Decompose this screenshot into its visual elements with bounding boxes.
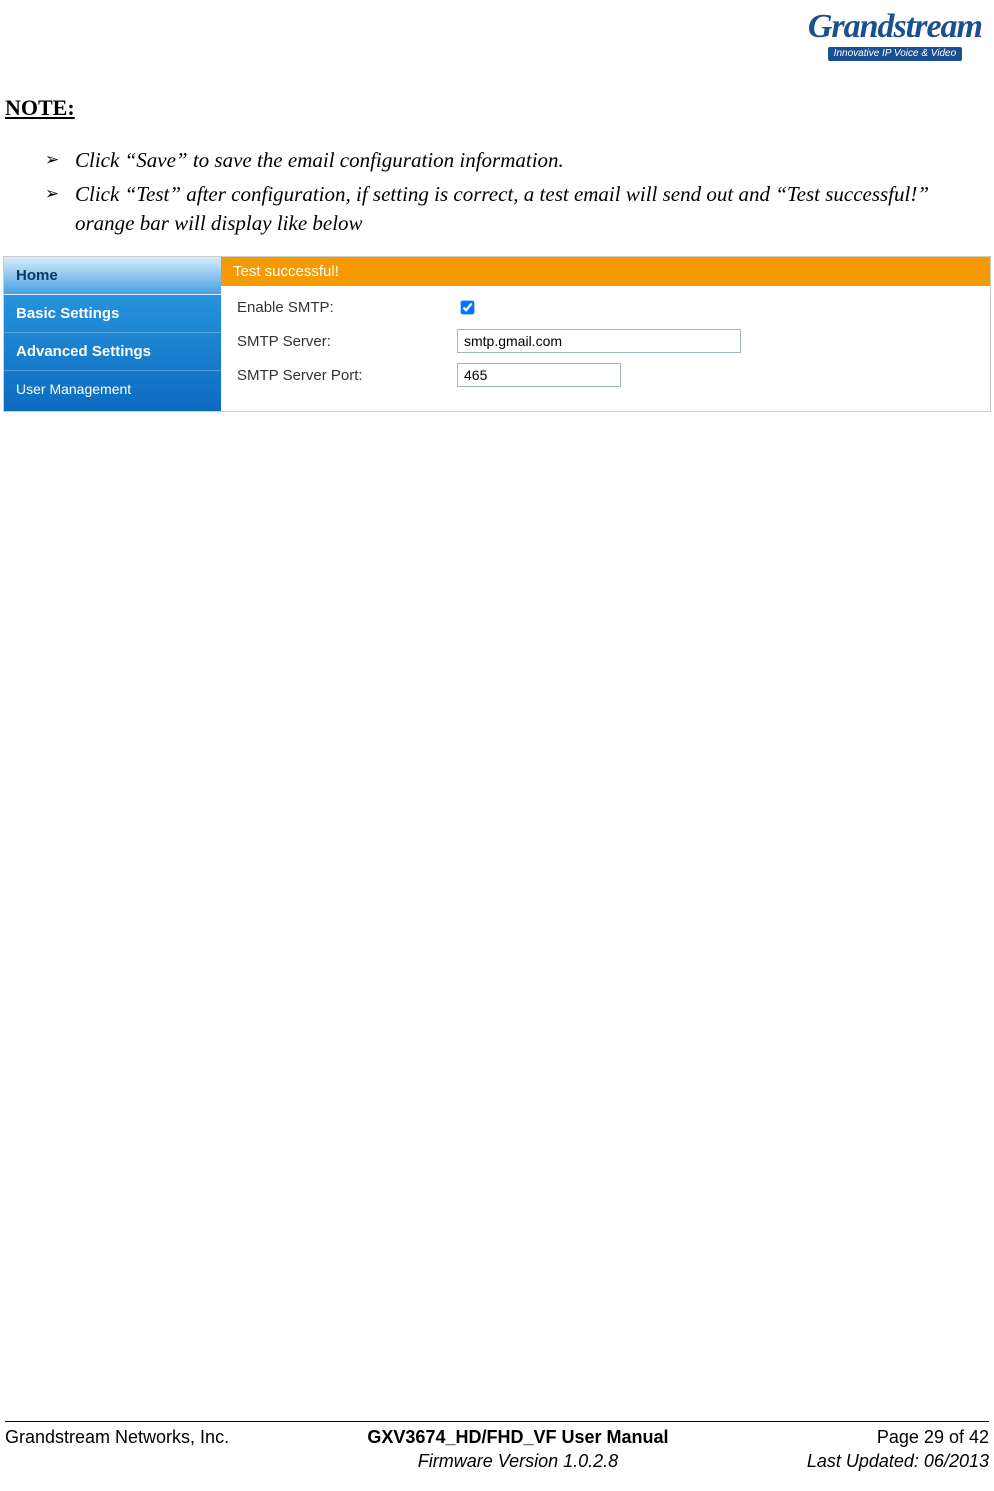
sidebar-item-advanced-settings[interactable]: Advanced Settings xyxy=(4,333,221,371)
smtp-port-label: SMTP Server Port: xyxy=(237,367,457,384)
sidebar-item-label: Advanced Settings xyxy=(16,343,151,360)
sidebar-item-label: Basic Settings xyxy=(16,305,119,322)
footer-last-updated: Last Updated: 06/2013 xyxy=(807,1450,989,1473)
footer-manual-title: GXV3674_HD/FHD_VF User Manual xyxy=(229,1426,807,1449)
sidebar-item-label: Home xyxy=(16,267,58,284)
brand-name: Grandstream xyxy=(808,10,982,44)
note-bullet-1: Click “Save” to save the email configura… xyxy=(75,146,955,174)
test-success-bar: Test successful! xyxy=(221,257,990,286)
smtp-port-input[interactable] xyxy=(457,363,621,387)
footer-firmware: Firmware Version 1.0.2.8 xyxy=(229,1450,807,1473)
bullet-arrow-icon: ➢ xyxy=(45,180,75,208)
sidebar-item-basic-settings[interactable]: Basic Settings xyxy=(4,295,221,333)
enable-smtp-label: Enable SMTP: xyxy=(237,299,457,316)
footer-page-info: Page 29 of 42 xyxy=(807,1426,989,1449)
brand-logo: Grandstream Innovative IP Voice & Video xyxy=(808,10,982,61)
sidebar-item-user-management[interactable]: User Management xyxy=(4,371,221,407)
note-heading: NOTE: xyxy=(5,95,75,121)
footer-company: Grandstream Networks, Inc. xyxy=(5,1426,229,1449)
enable-smtp-checkbox[interactable] xyxy=(461,300,475,314)
note-bullet-2: Click “Test” after configuration, if set… xyxy=(75,180,955,237)
sidebar-item-home[interactable]: Home xyxy=(4,257,221,295)
bullet-arrow-icon: ➢ xyxy=(45,146,75,174)
page-footer: Grandstream Networks, Inc. GXV3674_HD/FH… xyxy=(5,1421,989,1473)
nav-sidebar: Home Basic Settings Advanced Settings Us… xyxy=(4,257,221,411)
smtp-server-label: SMTP Server: xyxy=(237,333,457,350)
smtp-settings-screenshot: Home Basic Settings Advanced Settings Us… xyxy=(3,256,991,412)
smtp-server-input[interactable] xyxy=(457,329,741,353)
sidebar-item-label: User Management xyxy=(16,381,131,397)
brand-tagline: Innovative IP Voice & Video xyxy=(828,47,963,61)
